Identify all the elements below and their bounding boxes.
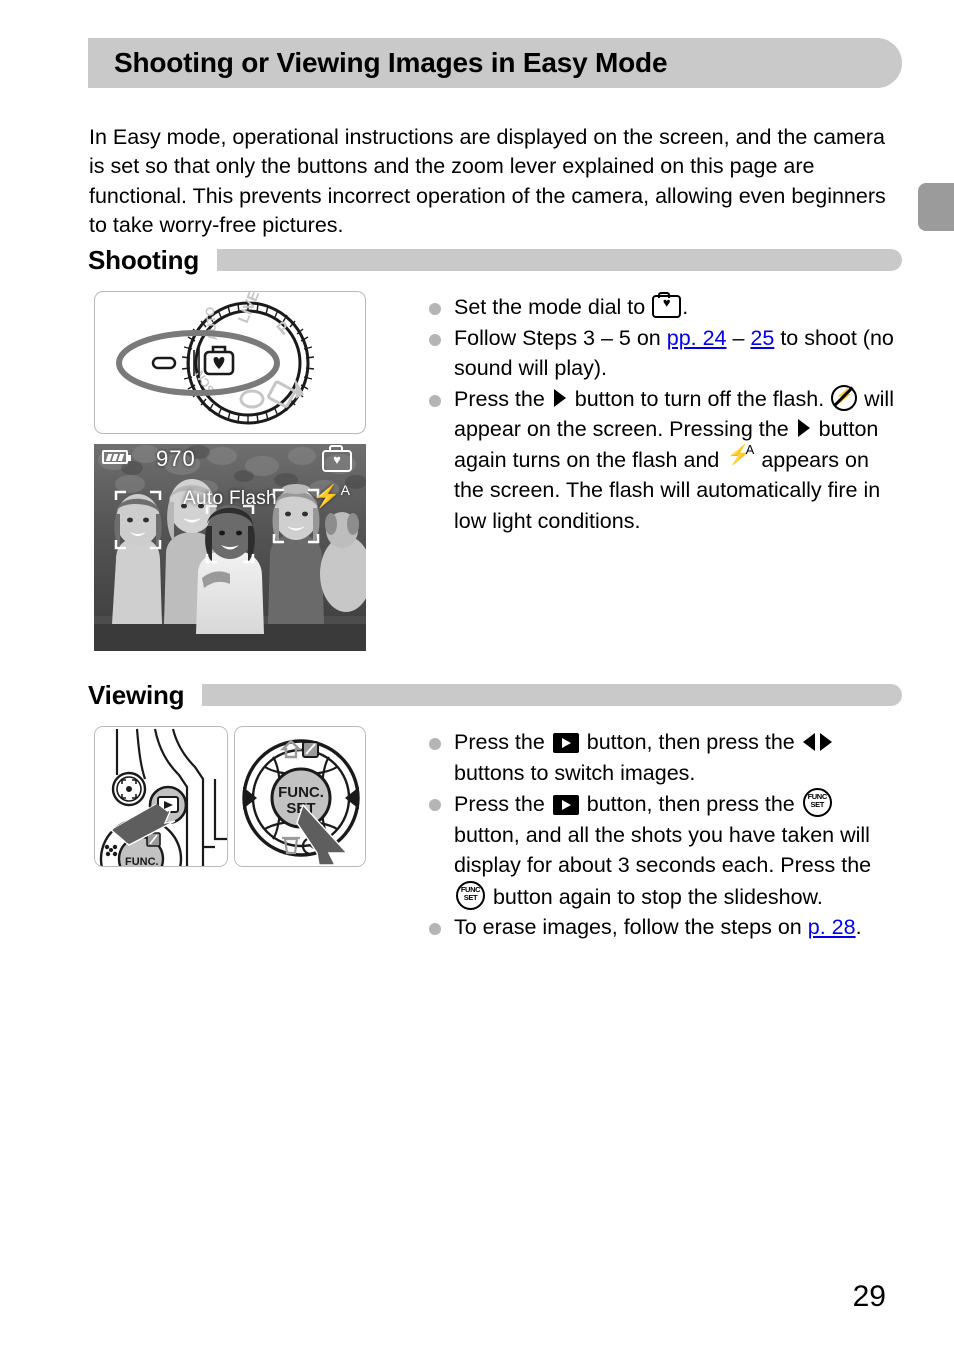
bullet-flash-toggle: Press the button to turn off the flash. … [424, 384, 902, 537]
battery-icon [102, 450, 131, 464]
mode-dial-illustration: P LIVE AUTO SCN [94, 291, 366, 434]
shots-remaining-counter: 970 [156, 446, 196, 471]
right-arrow-icon [797, 419, 810, 437]
camera-lcd-preview: 970 ⚡A Auto Flash [94, 444, 366, 651]
svg-text:FUNC.: FUNC. [125, 856, 159, 867]
section-heading-bar [217, 249, 902, 271]
section-heading-viewing: Viewing [88, 678, 902, 712]
camera-back-svg: FUNC. [95, 727, 227, 867]
bullet-text: button again to stop the slideshow. [487, 884, 823, 909]
func-set-icon: FUNC SET [456, 880, 485, 910]
bullet-text: button, then press the [580, 730, 801, 754]
bullet-text: To erase images, follow the steps on [454, 915, 808, 939]
left-right-arrows-icon [802, 732, 833, 752]
bullet-slideshow: Press the button, then press the FUNC SET… [424, 788, 902, 912]
bullet-text: Press the [454, 730, 551, 754]
page-link-24[interactable]: pp. 24 [667, 326, 727, 350]
viewing-instructions-list: Press the button, then press the buttons… [424, 727, 902, 943]
right-arrow-icon [553, 388, 566, 407]
page-link-28[interactable]: p. 28 [808, 915, 856, 939]
camera-back-playback-button-illustration: FUNC. [94, 726, 228, 867]
flash-off-icon [831, 384, 858, 411]
bullet-text: – [726, 325, 751, 350]
func-set-dial-illustration: FUNC. SET [234, 726, 366, 867]
bullet-text: buttons to switch images. [454, 760, 696, 785]
page-number: 29 [852, 1280, 886, 1313]
bullet-text: Press the [454, 792, 551, 816]
bullet-text: Press the [454, 386, 551, 411]
bullet-set-mode-dial: Set the mode dial to . [424, 292, 902, 323]
func-set-dial-svg: FUNC. SET [235, 727, 365, 866]
easy-mode-icon [322, 445, 352, 472]
exposure-comp-icon [302, 741, 319, 758]
func-set-icon: FUNC SET [802, 788, 832, 817]
bullet-text: . [855, 915, 862, 939]
playback-icon [552, 733, 579, 753]
shooting-instructions-list: Set the mode dial to . Follow Steps 3 – … [424, 292, 902, 536]
chapter-edge-tab [918, 183, 954, 231]
page-title: Shooting or Viewing Images in Easy Mode [114, 47, 668, 78]
page-link-25[interactable]: 25 [750, 326, 774, 350]
bullet-text: . [682, 295, 689, 319]
section-heading-viewing-label: Viewing [88, 679, 185, 710]
bullet-text: button, and all the shots you have taken… [454, 822, 872, 878]
func-set-label-line1: FUNC. [278, 784, 324, 801]
page-header-banner: Shooting or Viewing Images in Easy Mode [88, 38, 902, 88]
flash-auto-icon [727, 439, 754, 471]
mode-dial-svg: P LIVE AUTO SCN [116, 292, 315, 425]
auto-flash-status-label: Auto Flash [183, 488, 277, 509]
section-heading-shooting: Shooting [88, 243, 902, 277]
bullet-text: button, then press the [580, 792, 801, 816]
bullet-switch-images: Press the button, then press the buttons… [424, 727, 902, 788]
bullet-text: Set the mode dial to [454, 295, 652, 319]
bullet-text: Follow Steps 3 – 5 on [454, 325, 667, 350]
bullet-text: button to turn off the flash. [568, 386, 831, 411]
easy-mode-icon [652, 292, 682, 318]
section-heading-bar [202, 684, 902, 706]
playback-icon [552, 795, 579, 815]
section-heading-shooting-label: Shooting [88, 244, 200, 275]
bullet-follow-steps: Follow Steps 3 – 5 on pp. 24 – 25 to sho… [424, 323, 902, 384]
intro-paragraph: In Easy mode, operational instructions a… [89, 124, 886, 238]
bullet-erase-images: To erase images, follow the steps on p. … [424, 912, 902, 943]
lcd-osd-overlay: 970 ⚡A Auto Flash [94, 444, 366, 651]
